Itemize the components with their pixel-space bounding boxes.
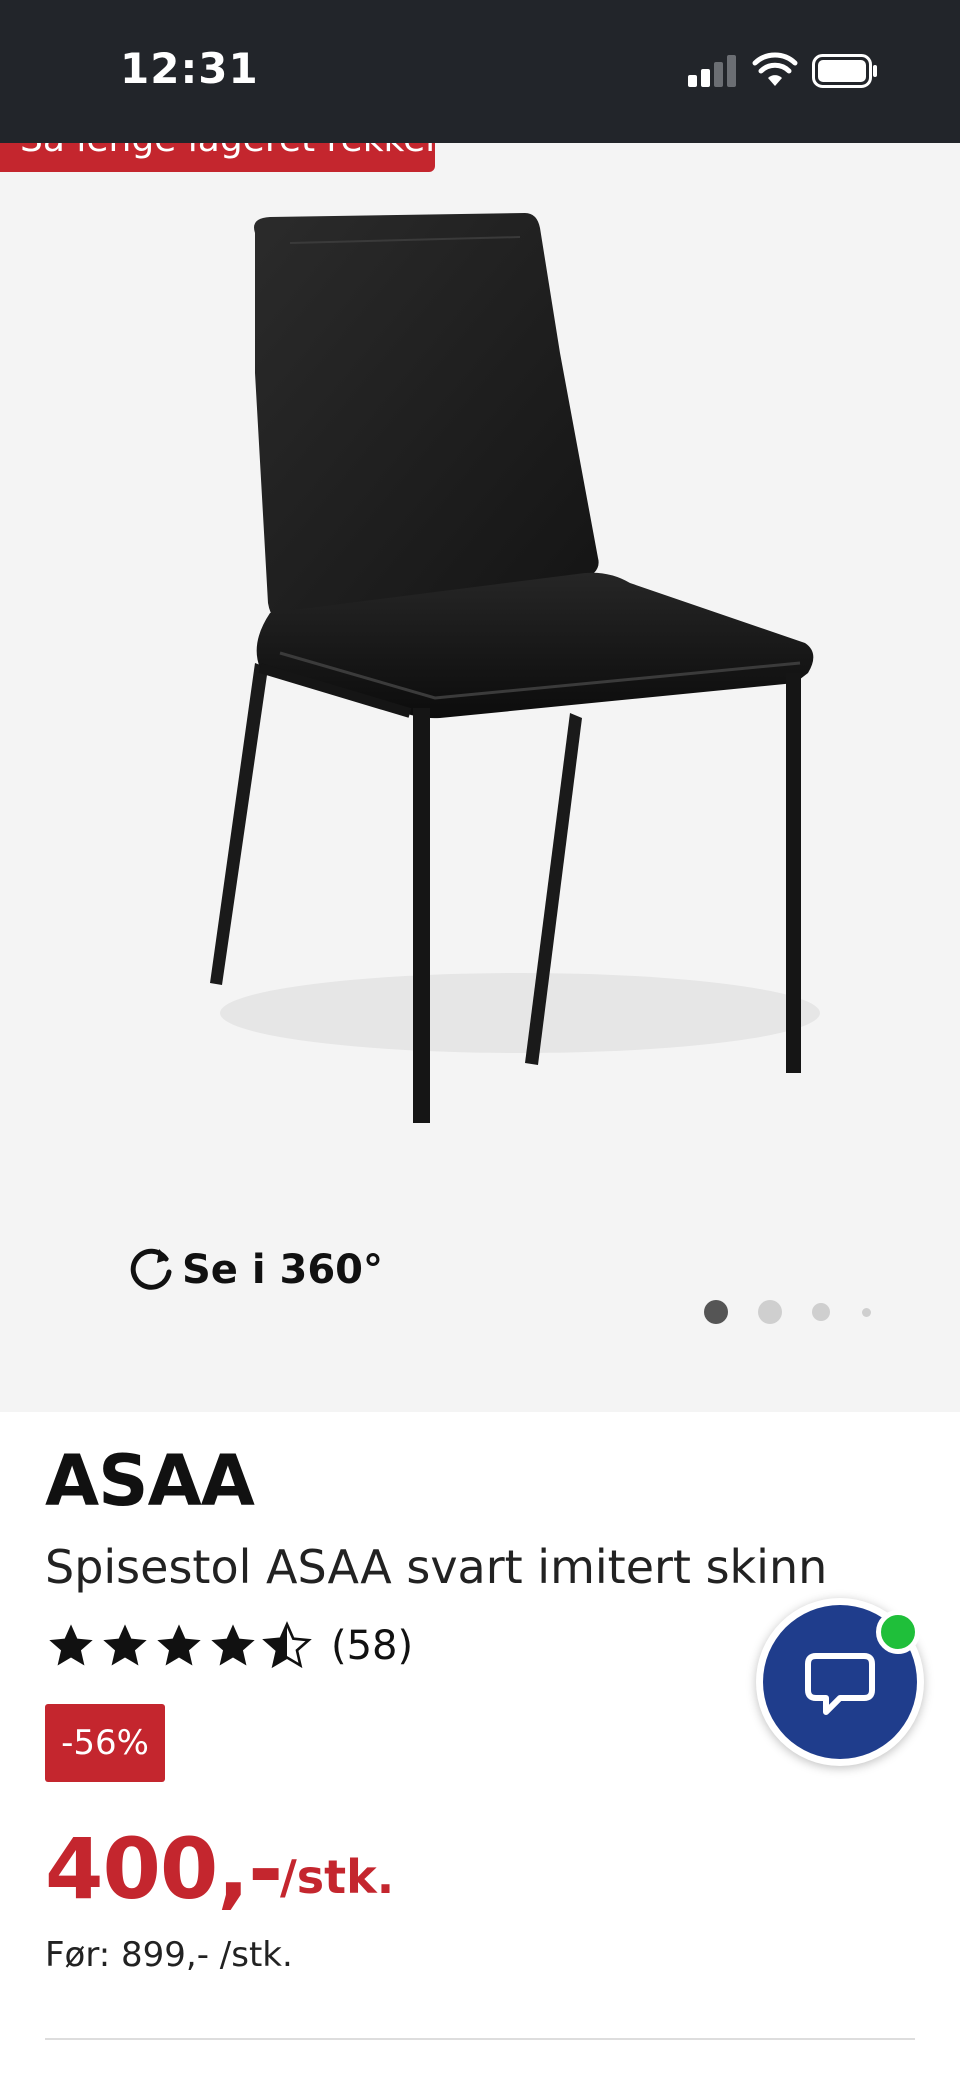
- star-full-icon: [49, 1624, 93, 1666]
- chat-button[interactable]: [756, 1598, 924, 1766]
- product-rating[interactable]: (58): [45, 1620, 413, 1672]
- battery-icon: [812, 54, 877, 88]
- star-full-icon: [211, 1624, 255, 1666]
- carousel-dot[interactable]: [812, 1303, 830, 1321]
- promo-banner: Så lenge lageret rekker: [0, 143, 435, 172]
- clock: 12:31: [120, 44, 259, 93]
- discount-badge: -56%: [45, 1704, 165, 1782]
- section-divider: [45, 2038, 915, 2040]
- wifi-icon: [752, 52, 798, 86]
- price-unit: /stk.: [280, 1850, 395, 1904]
- rotate-icon: [130, 1248, 172, 1290]
- star-half-icon: [262, 1621, 312, 1669]
- chat-bubble-icon: [805, 1653, 875, 1715]
- rating-stars: [45, 1620, 313, 1672]
- carousel-dots[interactable]: [700, 1297, 880, 1327]
- old-price: Før: 899,- /stk.: [45, 1935, 293, 1975]
- cellular-signal-icon: [688, 55, 736, 87]
- product-brand: ASAA: [45, 1440, 255, 1522]
- carousel-dot[interactable]: [862, 1308, 871, 1317]
- product-price: 400,-: [45, 1820, 283, 1918]
- online-status-indicator: [876, 1610, 920, 1654]
- promo-banner-text: Så lenge lageret rekker: [20, 143, 435, 160]
- carousel-dot[interactable]: [704, 1300, 728, 1324]
- star-full-icon: [157, 1624, 201, 1666]
- product-name: Spisestol ASAA svart imitert skinn: [45, 1540, 828, 1594]
- star-full-icon: [103, 1624, 147, 1666]
- status-bar: 12:31: [0, 0, 960, 143]
- rating-count: (58): [331, 1623, 414, 1669]
- view-360-button[interactable]: Se i 360°: [126, 1245, 383, 1295]
- carousel-dot[interactable]: [758, 1300, 782, 1324]
- product-image-gallery[interactable]: Så lenge lageret rekker: [0, 143, 960, 1412]
- view-360-label: Se i 360°: [182, 1247, 383, 1293]
- chair-image: [210, 213, 820, 1123]
